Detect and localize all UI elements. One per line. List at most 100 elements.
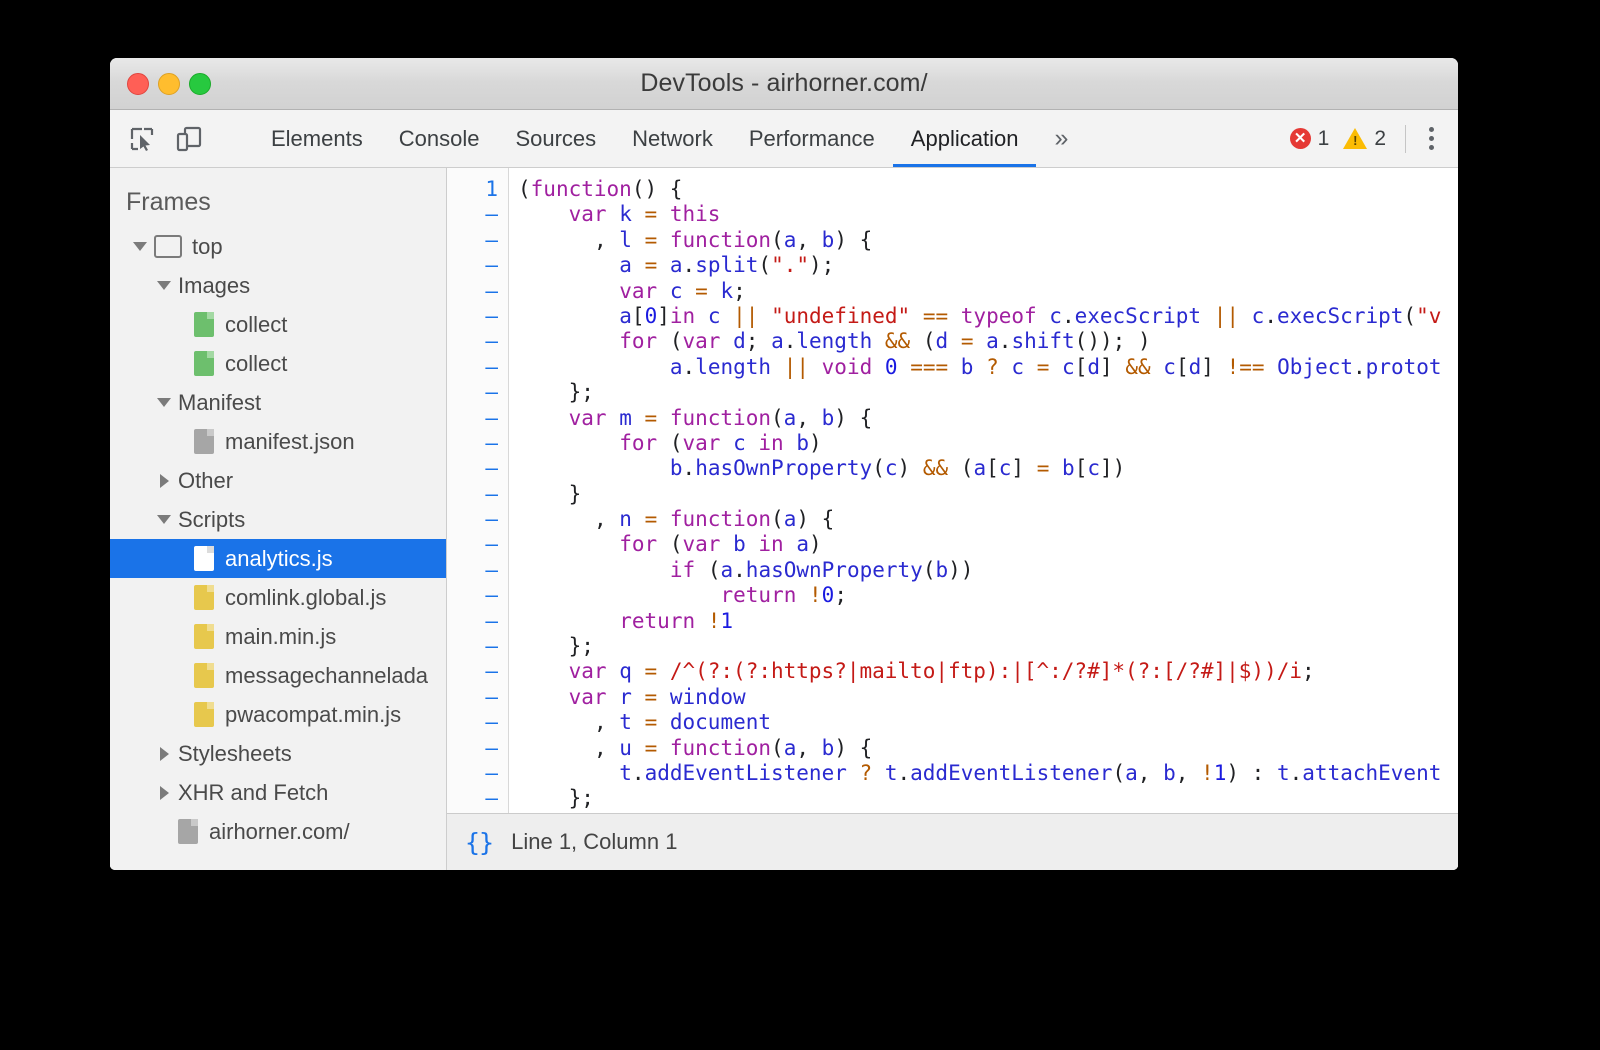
toolbar-icon-group <box>110 110 253 167</box>
line-number: – <box>447 202 498 227</box>
code-line: for (var b in a) <box>518 532 1458 557</box>
line-number: – <box>447 279 498 304</box>
window-controls[interactable] <box>127 58 211 109</box>
yellow-file-icon <box>194 585 214 610</box>
tree-item-label: Manifest <box>178 390 261 416</box>
tree-item-label: Scripts <box>178 507 245 533</box>
yellow-file-icon <box>194 663 214 688</box>
tab-performance[interactable]: Performance <box>731 110 893 167</box>
line-number: – <box>447 482 498 507</box>
chevron-right-icon[interactable] <box>156 474 172 488</box>
tree-item-manifest-group[interactable]: Manifest <box>110 383 446 422</box>
line-number: – <box>447 431 498 456</box>
code-line: a.length || void 0 === b ? c = c[d] && c… <box>518 355 1458 380</box>
code-line: t.addEventListener ? t.addEventListener(… <box>518 761 1458 786</box>
code-line: if (a.hasOwnProperty(b)) <box>518 558 1458 583</box>
devtools-window: DevTools - airhorner.com/ <box>110 58 1458 870</box>
screen: DevTools - airhorner.com/ <box>0 0 1600 1050</box>
tree-item-comlink-global-js[interactable]: comlink.global.js <box>110 578 446 617</box>
tree-item-label: manifest.json <box>225 429 355 455</box>
tab-application[interactable]: Application <box>893 110 1037 167</box>
error-count: 1 <box>1318 127 1330 151</box>
chevron-right-icon[interactable] <box>156 747 172 761</box>
chevron-down-icon[interactable] <box>156 281 172 290</box>
line-number: – <box>447 634 498 659</box>
tree-item-other[interactable]: Other <box>110 461 446 500</box>
line-number: – <box>447 761 498 786</box>
tree-item-collect-2[interactable]: collect <box>110 344 446 383</box>
line-number: 1 <box>447 177 498 202</box>
tree-item-manifest-json[interactable]: manifest.json <box>110 422 446 461</box>
code-line: var r = window <box>518 685 1458 710</box>
code-area[interactable]: 1––––––––––––––––––––––––– (function() {… <box>447 168 1458 813</box>
tree-item-pwacompat-min-js[interactable]: pwacompat.min.js <box>110 695 446 734</box>
tree-item-label: pwacompat.min.js <box>225 702 401 728</box>
tree-item-label: airhorner.com/ <box>209 819 350 845</box>
tree-item-main-min-js[interactable]: main.min.js <box>110 617 446 656</box>
tree-item-top[interactable]: top <box>110 227 446 266</box>
warning-icon <box>1343 128 1367 149</box>
line-number: – <box>447 583 498 608</box>
minimize-button[interactable] <box>158 73 180 95</box>
tree-item-messagechanneladapter-js[interactable]: messagechannelada <box>110 656 446 695</box>
tab-sources[interactable]: Sources <box>497 110 614 167</box>
code-line: a[0]in c || "undefined" == typeof c.exec… <box>518 304 1458 329</box>
chevron-down-icon[interactable] <box>132 242 148 251</box>
line-number: – <box>447 558 498 583</box>
green-file-icon <box>194 351 214 376</box>
code-line: var k = this <box>518 202 1458 227</box>
tree-item-label: XHR and Fetch <box>178 780 328 806</box>
tree-item-analytics-js[interactable]: analytics.js <box>110 539 446 578</box>
tab-elements[interactable]: Elements <box>253 110 381 167</box>
frames-section-title: Frames <box>110 182 446 227</box>
line-number: – <box>447 710 498 735</box>
error-badge[interactable]: ✕ 1 <box>1283 127 1337 151</box>
tree-item-stylesheets[interactable]: Stylesheets <box>110 734 446 773</box>
title-bar: DevTools - airhorner.com/ <box>110 58 1458 110</box>
tree-item-scripts[interactable]: Scripts <box>110 500 446 539</box>
tab-console[interactable]: Console <box>381 110 498 167</box>
warning-count: 2 <box>1374 127 1386 151</box>
chevron-down-icon[interactable] <box>156 398 172 407</box>
code-line: b.hasOwnProperty(c) && (a[c] = b[c]) <box>518 456 1458 481</box>
window-title: DevTools - airhorner.com/ <box>110 69 1458 98</box>
green-file-icon <box>194 312 214 337</box>
line-number: – <box>447 532 498 557</box>
tree-item-label: analytics.js <box>225 546 333 572</box>
more-tabs-icon[interactable]: » <box>1040 110 1082 167</box>
maximize-button[interactable] <box>189 73 211 95</box>
tree-item-airhorner-root[interactable]: airhorner.com/ <box>110 812 446 851</box>
code-line: var m = function(a, b) { <box>518 406 1458 431</box>
grey-file-icon <box>194 429 214 454</box>
panel-tabs: Elements Console Sources Network Perform… <box>253 110 1082 167</box>
line-number: – <box>447 253 498 278</box>
application-sidebar[interactable]: Frames top Images collect collect <box>110 168 447 870</box>
chevron-right-icon[interactable] <box>156 786 172 800</box>
tree-item-label: collect <box>225 312 287 338</box>
pretty-print-icon[interactable]: {} <box>465 828 493 857</box>
toolbar-divider-right <box>1405 125 1406 153</box>
line-number: – <box>447 786 498 811</box>
yellow-file-icon <box>194 624 214 649</box>
grey-file-icon <box>178 819 198 844</box>
device-toolbar-icon[interactable] <box>174 124 204 154</box>
tree-item-label: collect <box>225 351 287 377</box>
code-line: for (var c in b) <box>518 431 1458 456</box>
kebab-menu-icon[interactable] <box>1418 124 1444 154</box>
chevron-down-icon[interactable] <box>156 515 172 524</box>
cursor-position: Line 1, Column 1 <box>511 829 677 855</box>
inspect-element-icon[interactable] <box>127 124 157 154</box>
tree-item-images[interactable]: Images <box>110 266 446 305</box>
devtools-body: Frames top Images collect collect <box>110 168 1458 870</box>
source-code[interactable]: (function() { var k = this , l = functio… <box>509 168 1458 813</box>
line-number: – <box>447 456 498 481</box>
code-line: var q = /^(?:(?:https?|mailto|ftp):|[^:/… <box>518 659 1458 684</box>
line-number: – <box>447 406 498 431</box>
warning-badge[interactable]: 2 <box>1336 127 1393 151</box>
line-number: – <box>447 507 498 532</box>
close-button[interactable] <box>127 73 149 95</box>
tab-network[interactable]: Network <box>614 110 731 167</box>
tree-item-xhr-and-fetch[interactable]: XHR and Fetch <box>110 773 446 812</box>
tree-item-collect-1[interactable]: collect <box>110 305 446 344</box>
line-number: – <box>447 736 498 761</box>
